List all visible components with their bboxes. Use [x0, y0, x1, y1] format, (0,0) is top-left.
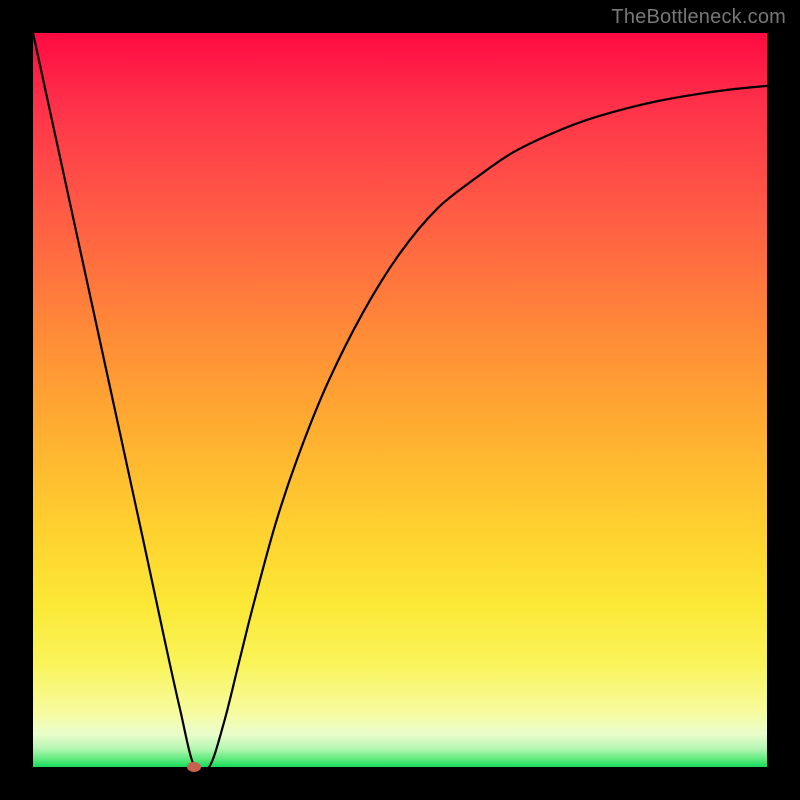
- chart-frame: TheBottleneck.com: [0, 0, 800, 800]
- optimum-marker: [187, 762, 201, 772]
- plot-area: [33, 33, 767, 767]
- watermark-label: TheBottleneck.com: [611, 6, 786, 29]
- chart-curve: [33, 33, 767, 767]
